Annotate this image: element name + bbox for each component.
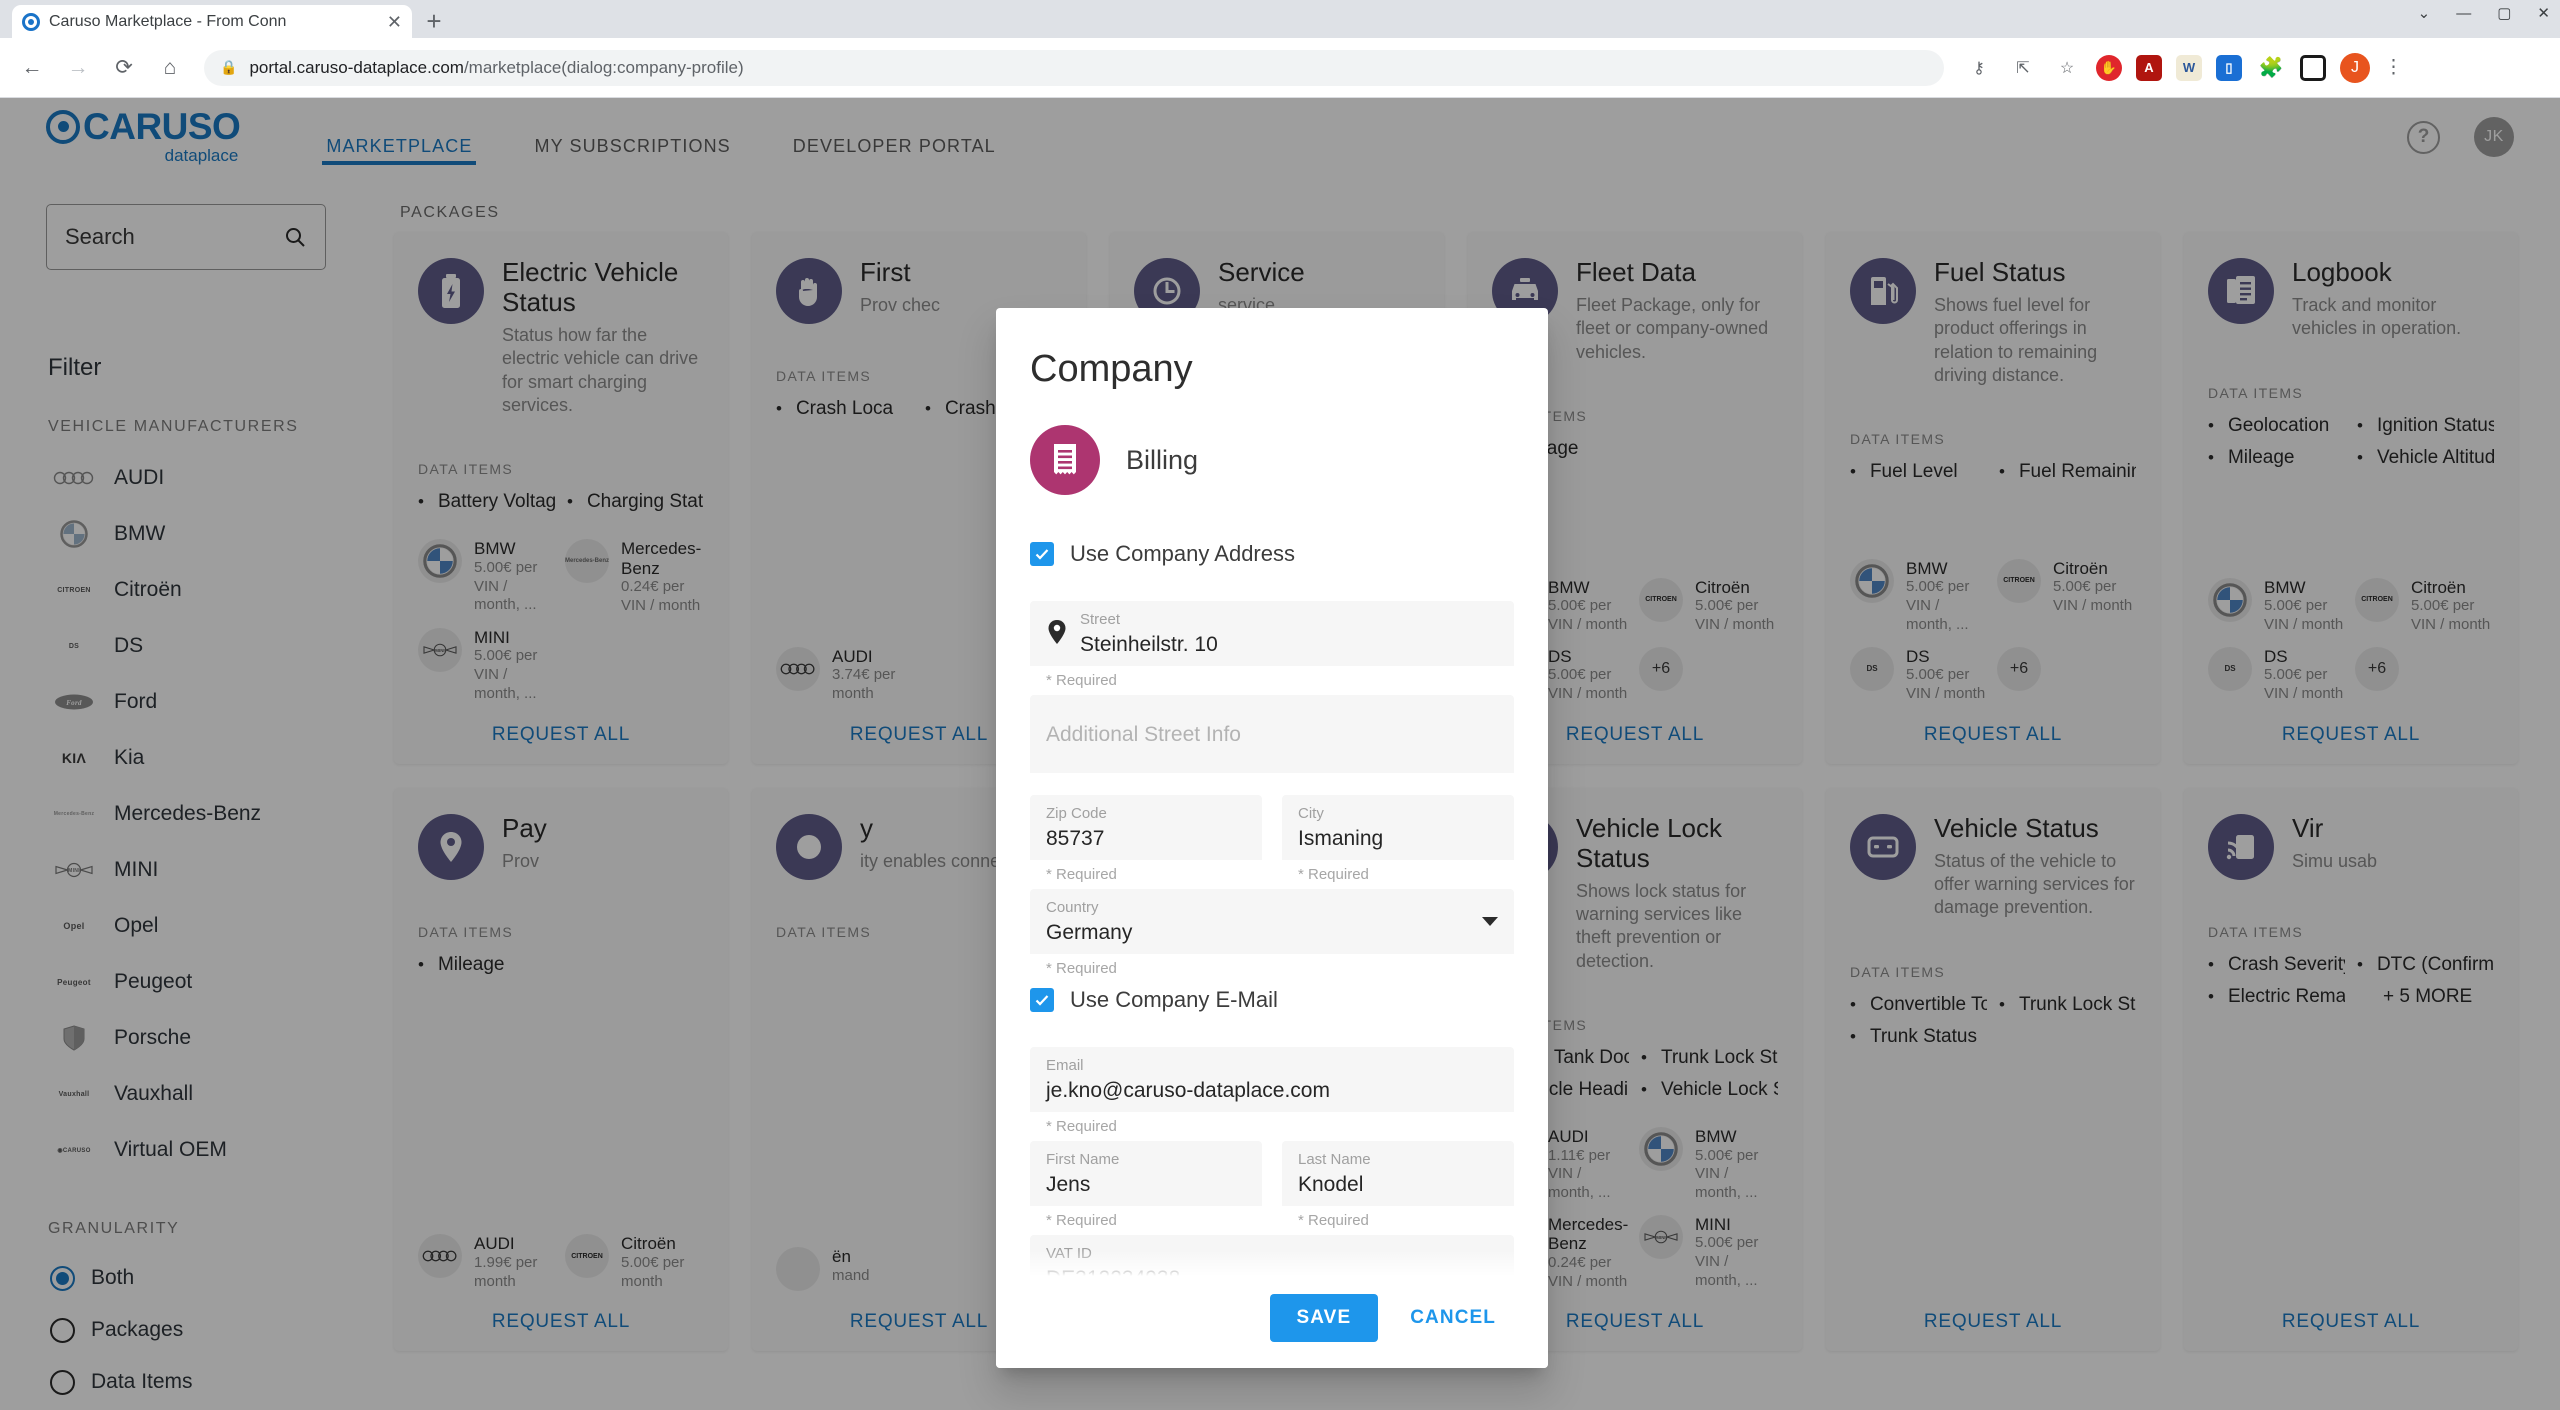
country-value: Germany bbox=[1046, 920, 1133, 944]
forward-icon[interactable]: → bbox=[58, 48, 98, 88]
vat-id-field[interactable]: VAT ID DE312234938 bbox=[1030, 1235, 1514, 1276]
last-name-required-note: * Required bbox=[1298, 1212, 1369, 1230]
browser-toolbar: ← → ⟳ ⌂ 🔒 portal.caruso-dataplace.com/ma… bbox=[0, 38, 2560, 98]
key-icon[interactable]: ⚷ bbox=[1964, 53, 1994, 83]
last-name-label: Last Name bbox=[1298, 1151, 1371, 1169]
use-company-address-checkbox[interactable]: Use Company Address bbox=[1030, 541, 1514, 567]
first-name-label: First Name bbox=[1046, 1151, 1120, 1169]
email-value: je.kno@caruso-dataplace.com bbox=[1046, 1078, 1330, 1102]
url-path: /marketplace(dialog:company-profile) bbox=[463, 57, 744, 77]
street-required-note: * Required bbox=[1046, 672, 1117, 690]
adobe-acrobat-extension-icon[interactable]: A bbox=[2136, 54, 2162, 81]
city-field[interactable]: City Ismaning bbox=[1282, 795, 1514, 861]
city-required-note: * Required bbox=[1298, 866, 1369, 884]
browser-tab[interactable]: Caruso Marketplace - From Conn ✕ bbox=[12, 5, 412, 38]
last-name-field[interactable]: Last Name Knodel bbox=[1282, 1141, 1514, 1207]
url-host: portal.caruso-dataplace.com bbox=[249, 57, 464, 77]
email-label: Email bbox=[1046, 1057, 1084, 1075]
browser-tab-strip: Caruso Marketplace - From Conn ✕ + ⌄ — ▢… bbox=[0, 0, 2560, 38]
vat-id-value: DE312234938 bbox=[1046, 1265, 1498, 1276]
maximize-icon[interactable]: ▢ bbox=[2497, 6, 2511, 21]
cancel-button[interactable]: CANCEL bbox=[1388, 1294, 1518, 1342]
last-name-value: Knodel bbox=[1298, 1172, 1364, 1196]
first-name-field[interactable]: First Name Jens bbox=[1030, 1141, 1262, 1207]
lock-icon: 🔒 bbox=[220, 59, 238, 75]
first-name-required-note: * Required bbox=[1046, 1212, 1117, 1230]
minimize-icon[interactable]: — bbox=[2456, 6, 2471, 21]
chevron-down-icon[interactable] bbox=[1482, 914, 1498, 932]
word-extension-icon[interactable]: W bbox=[2176, 54, 2202, 81]
checkbox-label: Use Company Address bbox=[1070, 541, 1295, 566]
share-icon[interactable]: ⇱ bbox=[2008, 53, 2038, 83]
zip-city-row: Zip Code 85737 * Required City Ismaning … bbox=[1030, 795, 1514, 889]
location-pin-icon bbox=[1046, 619, 1068, 650]
window-controls: ⌄ — ▢ ✕ bbox=[2418, 6, 2550, 21]
name-row: First Name Jens * Required Last Name Kno… bbox=[1030, 1141, 1514, 1235]
save-button[interactable]: SAVE bbox=[1269, 1294, 1379, 1342]
app-root: CARUSO dataplace MARKETPLACE MY SUBSCRIP… bbox=[0, 98, 2560, 1410]
dialog-form-scroll[interactable]: Billing Use Company Address Street Stein… bbox=[996, 391, 1548, 1276]
zip-code-label: Zip Code bbox=[1046, 805, 1107, 823]
caruso-favicon-icon bbox=[22, 12, 40, 31]
back-icon[interactable]: ← bbox=[12, 48, 52, 88]
street-value: Steinheilstr. 10 bbox=[1080, 632, 1218, 656]
puzzle-extension-icon[interactable]: 🧩 bbox=[2256, 53, 2286, 83]
new-tab-button[interactable]: + bbox=[412, 5, 456, 38]
adblock-extension-icon[interactable]: ✋ bbox=[2096, 54, 2122, 81]
company-profile-dialog: Company Billing Use Company Address Stre… bbox=[996, 308, 1548, 1368]
billing-section-header: Billing bbox=[1030, 425, 1514, 495]
address-bar[interactable]: 🔒 portal.caruso-dataplace.com/marketplac… bbox=[204, 49, 1944, 86]
checkbox-icon[interactable] bbox=[1030, 988, 1054, 1013]
use-company-email-checkbox[interactable]: Use Company E-Mail bbox=[1030, 987, 1514, 1013]
window-close-icon[interactable]: ✕ bbox=[2537, 6, 2550, 21]
email-field[interactable]: Email je.kno@caruso-dataplace.com bbox=[1030, 1047, 1514, 1113]
street-label: Street bbox=[1080, 611, 1121, 628]
country-label: Country bbox=[1046, 899, 1099, 917]
bookmark-star-icon[interactable]: ☆ bbox=[2052, 53, 2082, 83]
zip-code-value: 85737 bbox=[1046, 826, 1105, 850]
checkbox-icon[interactable] bbox=[1030, 542, 1054, 566]
additional-street-field[interactable]: Additional Street Info bbox=[1030, 695, 1514, 774]
browser-profile-avatar[interactable]: J bbox=[2340, 52, 2370, 83]
checkbox-label: Use Company E-Mail bbox=[1070, 987, 1278, 1013]
square-extension-icon[interactable] bbox=[2300, 54, 2326, 81]
url-text: portal.caruso-dataplace.com/marketplace(… bbox=[249, 58, 743, 78]
zip-code-field[interactable]: Zip Code 85737 bbox=[1030, 795, 1262, 861]
reload-icon[interactable]: ⟳ bbox=[104, 48, 144, 88]
zip-required-note: * Required bbox=[1046, 866, 1117, 884]
vat-id-label: VAT ID bbox=[1046, 1245, 1092, 1263]
tab-title: Caruso Marketplace - From Conn bbox=[49, 12, 287, 30]
home-icon[interactable]: ⌂ bbox=[150, 48, 190, 88]
dialog-title: Company bbox=[1030, 348, 1193, 390]
country-select[interactable]: Country Germany bbox=[1030, 889, 1514, 955]
dialog-actions: SAVE CANCEL bbox=[996, 1276, 1548, 1368]
additional-street-placeholder: Additional Street Info bbox=[1046, 723, 1241, 747]
first-name-value: Jens bbox=[1046, 1172, 1091, 1196]
chevron-down-icon[interactable]: ⌄ bbox=[2418, 6, 2431, 21]
toolbar-icons: ⚷ ⇱ ☆ ✋ A W ▯ 🧩 J ⋮ bbox=[1958, 52, 2403, 83]
city-value: Ismaning bbox=[1298, 826, 1384, 850]
lastpass-extension-icon[interactable]: ▯ bbox=[2216, 54, 2242, 81]
city-label: City bbox=[1298, 805, 1324, 823]
billing-section-label: Billing bbox=[1126, 444, 1199, 475]
receipt-icon bbox=[1030, 425, 1100, 495]
close-icon[interactable]: ✕ bbox=[387, 13, 402, 31]
street-field[interactable]: Street Steinheilstr. 10 bbox=[1030, 601, 1514, 667]
country-required-note: * Required bbox=[1046, 960, 1117, 978]
email-required-note: * Required bbox=[1046, 1118, 1117, 1136]
kebab-menu-icon[interactable]: ⋮ bbox=[2384, 56, 2403, 79]
